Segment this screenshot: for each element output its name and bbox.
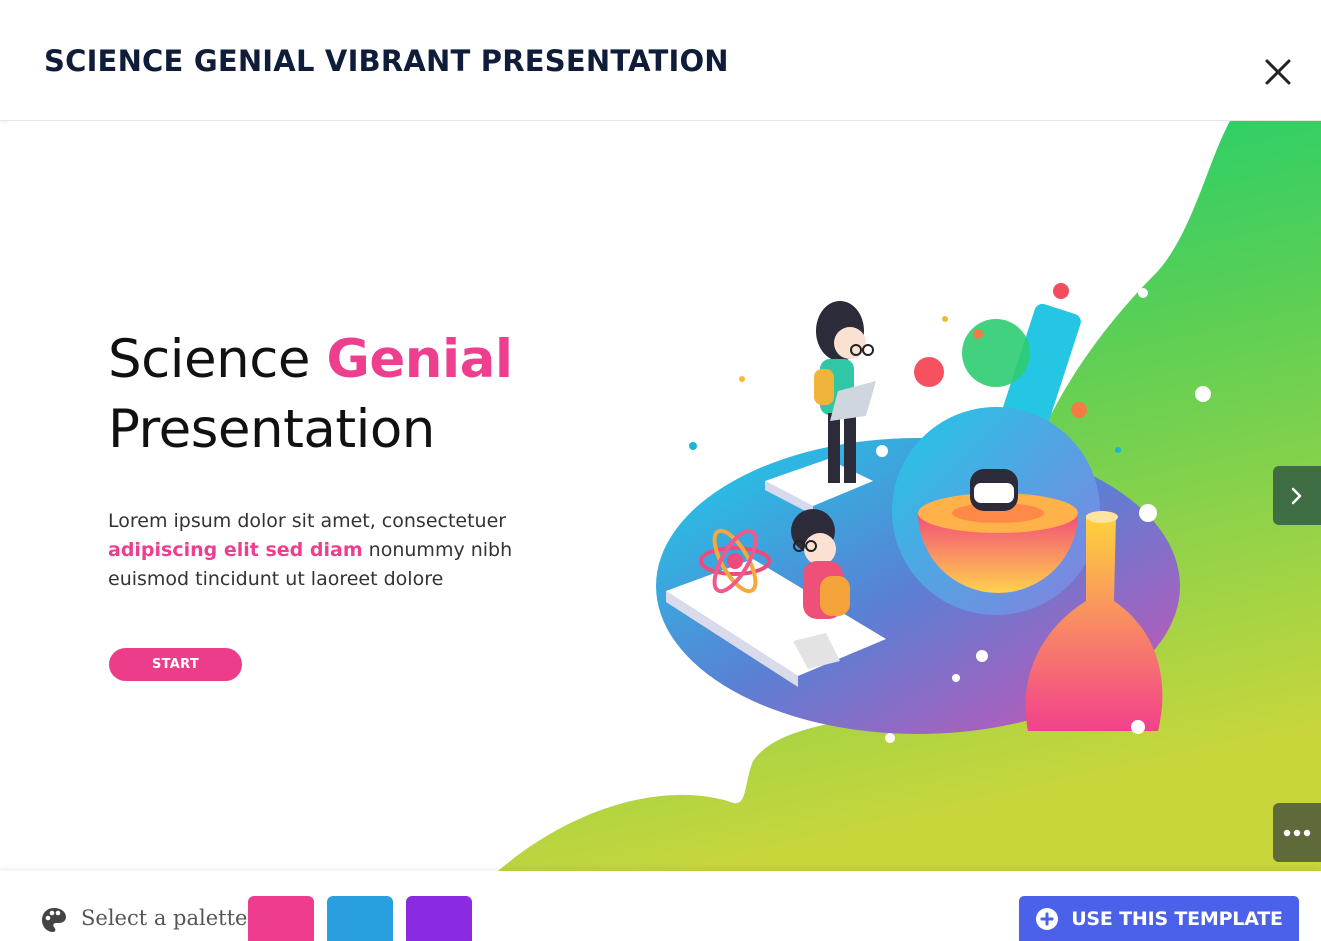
palette-icon [42,908,66,932]
slide-preview: Science Genial Presentation Lorem ipsum … [8,121,1321,871]
more-options-button[interactable] [1273,803,1321,862]
slide-body-part1: Lorem ipsum dolor sit amet, consectetuer [108,510,507,532]
use-template-button[interactable]: USE THIS TEMPLATE [1019,896,1299,941]
modal-header: SCIENCE GENIAL VIBRANT PRESENTATION [0,0,1321,121]
template-preview-modal: SCIENCE GENIAL VIBRANT PRESENTATION Scie… [0,0,1321,941]
start-button[interactable]: START [109,648,242,681]
next-slide-button[interactable] [1273,466,1321,525]
slide-title-accent: Genial [326,329,513,390]
palette-swatch-blue[interactable] [327,896,393,941]
close-button[interactable] [1258,52,1298,92]
slide-title-part2: Presentation [108,399,435,460]
slide-body-accent: adipiscing elit sed diam [108,539,363,561]
modal-title: SCIENCE GENIAL VIBRANT PRESENTATION [44,44,729,78]
plus-circle-icon [1036,908,1059,930]
palette-swatch-pink[interactable] [248,896,314,941]
chevron-right-icon [1291,487,1302,504]
ellipsis-icon [1283,829,1311,836]
palette-label: Select a palette [81,906,248,930]
slide-illustration [498,121,1321,871]
use-template-label: USE THIS TEMPLATE [1071,908,1283,930]
slide-title: Science Genial Presentation [108,325,513,465]
close-icon [1265,59,1291,85]
slide-title-part1: Science [108,329,327,390]
slide-body-text: Lorem ipsum dolor sit amet, consectetuer… [108,507,568,594]
palette-swatch-purple[interactable] [406,896,472,941]
